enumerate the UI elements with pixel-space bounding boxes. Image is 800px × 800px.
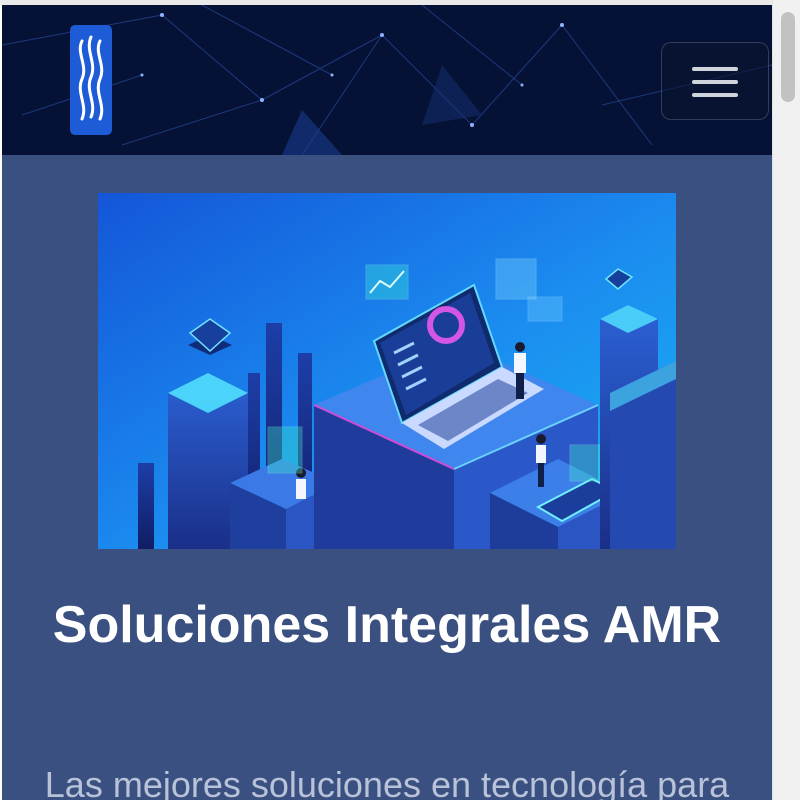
hero-title: Soluciones Integrales AMR xyxy=(52,596,722,654)
scrollbar-thumb[interactable] xyxy=(781,12,795,102)
hero-illustration xyxy=(98,193,676,549)
page-viewport: Soluciones Integrales AMR Las mejores so… xyxy=(2,5,772,800)
network-background xyxy=(2,5,772,155)
navbar xyxy=(2,5,772,155)
menu-toggle-button[interactable] xyxy=(661,42,769,120)
wave-logo-icon[interactable] xyxy=(66,23,114,137)
hero-subtitle: Las mejores soluciones en tecnología par… xyxy=(44,764,730,800)
page-scrollbar[interactable] xyxy=(772,0,800,800)
